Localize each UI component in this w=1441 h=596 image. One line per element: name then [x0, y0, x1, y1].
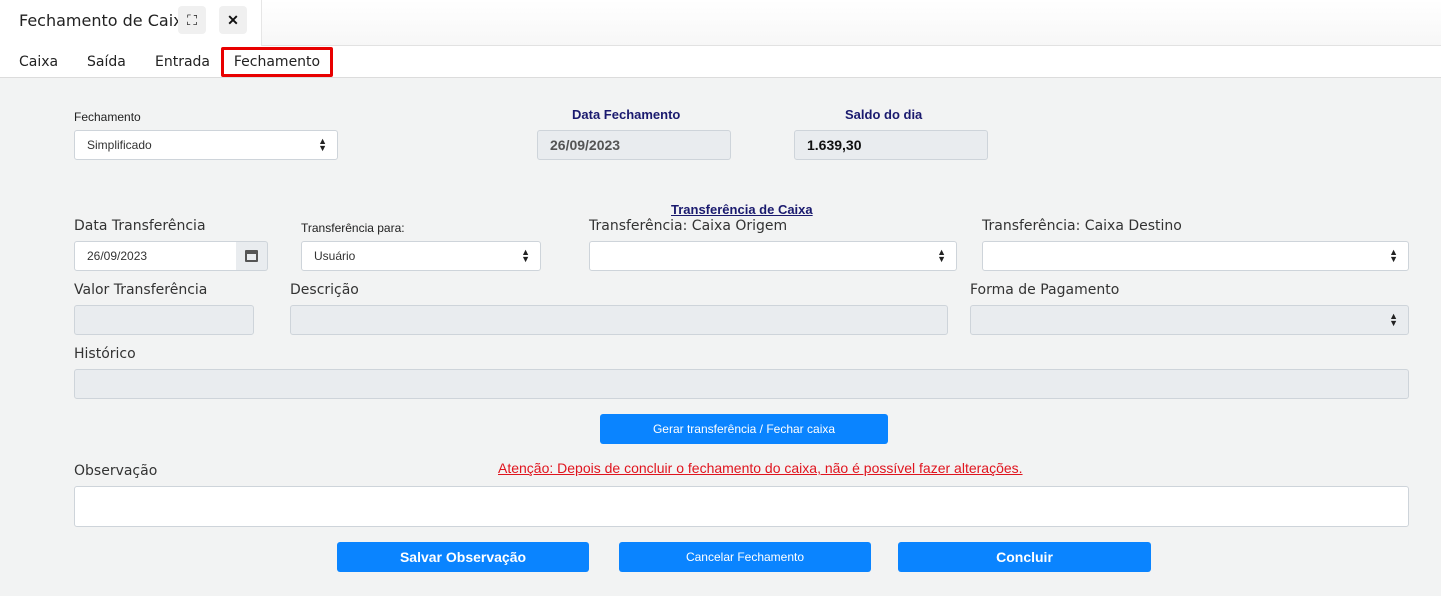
salvar-observacao-button[interactable]: Salvar Observação [337, 542, 589, 572]
descricao-label: Descrição [290, 282, 359, 298]
transferencia-para-value: Usuário [314, 249, 356, 263]
data-transferencia-value: 26/09/2023 [87, 249, 148, 263]
saldo-dia-label: Saldo do dia [845, 107, 923, 122]
expand-button[interactable]: ⛶ [178, 6, 206, 34]
descricao-input[interactable] [290, 305, 948, 335]
cancelar-fechamento-button[interactable]: Cancelar Fechamento [619, 542, 871, 572]
gerar-transferencia-button[interactable]: Gerar transferência / Fechar caixa [600, 414, 888, 444]
tab-fechamento[interactable]: Fechamento [221, 47, 333, 77]
saldo-dia-field: 1.639,30 [794, 130, 988, 160]
transferencia-para-label: Transferência para: [301, 221, 405, 235]
caixa-origem-label: Transferência: Caixa Origem [589, 218, 788, 234]
sort-caret-icon: ▲ ▼ [937, 247, 946, 264]
data-fechamento-field: 26/09/2023 [537, 130, 731, 160]
valor-transferencia-input[interactable] [74, 305, 254, 335]
transferencia-para-select[interactable]: Usuário ▲ ▼ [301, 241, 541, 271]
observacao-input[interactable] [74, 486, 1409, 527]
window-titlebar: Fechamento de Caixa ⛶ ✕ [0, 0, 1441, 46]
historico-label: Histórico [74, 346, 136, 362]
sort-caret-icon: ▲ ▼ [318, 136, 327, 153]
sort-caret-icon: ▲ ▼ [1389, 247, 1398, 264]
warning-message: Atenção: Depois de concluir o fechamento… [498, 460, 1023, 476]
saldo-dia-value: 1.639,30 [807, 137, 862, 153]
caixa-origem-select[interactable]: ▲ ▼ [589, 241, 957, 271]
caixa-destino-select[interactable]: ▲ ▼ [982, 241, 1409, 271]
caixa-destino-label: Transferência: Caixa Destino [982, 218, 1182, 234]
expand-icon: ⛶ [187, 11, 197, 28]
data-transferencia-input[interactable]: 26/09/2023 [74, 241, 237, 271]
fechamento-select[interactable]: Simplificado ▲ ▼ [74, 130, 338, 160]
fechamento-label: Fechamento [74, 110, 141, 124]
forma-pagamento-label: Forma de Pagamento [970, 282, 1120, 298]
fechamento-value: Simplificado [87, 138, 152, 152]
tab-bar: Caixa Saída Entrada Fechamento [0, 46, 1441, 78]
data-fechamento-value: 26/09/2023 [550, 137, 621, 153]
transferencia-section-title: Transferência de Caixa [671, 202, 813, 217]
historico-input[interactable] [74, 369, 1409, 399]
window-title: Fechamento de Caixa [19, 11, 193, 30]
concluir-button[interactable]: Concluir [898, 542, 1151, 572]
tab-entrada[interactable]: Entrada [155, 54, 210, 70]
data-transferencia-label: Data Transferência [74, 218, 206, 234]
tab-fechamento-label: Fechamento [233, 54, 321, 70]
tab-saida[interactable]: Saída [87, 54, 126, 70]
calendar-button[interactable] [236, 241, 268, 271]
calendar-icon [245, 250, 258, 262]
observacao-label: Observação [74, 463, 158, 479]
valor-transferencia-label: Valor Transferência [74, 282, 208, 298]
tab-caixa[interactable]: Caixa [19, 54, 58, 70]
data-fechamento-label: Data Fechamento [572, 107, 681, 122]
sort-caret-icon: ▲ ▼ [521, 247, 530, 264]
forma-pagamento-select[interactable]: ▲ ▼ [970, 305, 1409, 335]
sort-caret-icon: ▲ ▼ [1389, 311, 1398, 328]
window-tab: Fechamento de Caixa ⛶ ✕ [0, 0, 262, 46]
close-icon: ✕ [227, 11, 239, 28]
close-button[interactable]: ✕ [219, 6, 247, 34]
